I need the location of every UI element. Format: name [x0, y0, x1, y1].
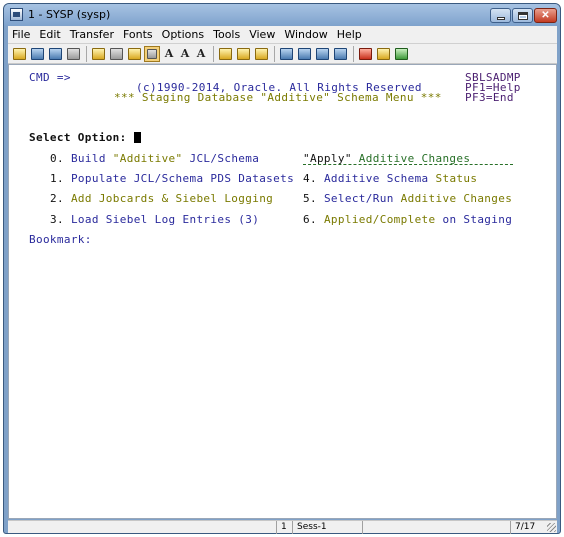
transfer-icon[interactable] [144, 45, 160, 62]
font-icon[interactable]: A [162, 46, 176, 62]
apply-header-underline [303, 164, 513, 165]
menu-file[interactable]: File [12, 28, 30, 41]
properties-icon[interactable] [47, 46, 63, 62]
app-icon[interactable] [10, 8, 23, 21]
save-icon[interactable] [29, 46, 45, 62]
macro-icon[interactable] [217, 46, 233, 62]
menu-view[interactable]: View [249, 28, 275, 41]
menu-window[interactable]: Window [284, 28, 327, 41]
return-icon[interactable] [357, 46, 373, 62]
toolbar-separator [353, 45, 354, 62]
option-0[interactable]: 0. Build "Additive" JCL/Schema [50, 152, 259, 165]
paste-icon[interactable] [126, 46, 142, 62]
window-title: 1 - SYSP (sysp) [28, 8, 111, 21]
menu-options[interactable]: Options [162, 28, 204, 41]
close-button[interactable]: ✕ [534, 8, 557, 23]
playback-icon[interactable] [253, 46, 269, 62]
option-2[interactable]: 2. Add Jobcards & Siebel Logging [50, 192, 273, 205]
toolbar-separator [274, 45, 275, 62]
edit-icon[interactable] [375, 46, 391, 62]
menu-edit[interactable]: Edit [39, 28, 60, 41]
font-decrease-icon[interactable]: A [178, 46, 192, 62]
title-bar[interactable]: 1 - SYSP (sysp) ✕ [4, 4, 560, 26]
session-name: Sess-1 [292, 521, 362, 534]
screen-icon[interactable] [278, 46, 294, 62]
select-option-label: Select Option: [29, 131, 141, 144]
menu-bar: File Edit Transfer Fonts Options Tools V… [8, 26, 557, 44]
option-3[interactable]: 3. Load Siebel Log Entries (3) [50, 213, 259, 226]
open-session-icon[interactable] [11, 46, 27, 62]
option-1[interactable]: 1. Populate JCL/Schema PDS Datasets [50, 172, 294, 185]
pf3-end: PF3=End [465, 91, 514, 104]
copy-icon[interactable] [108, 46, 124, 62]
minimize-icon [497, 17, 505, 20]
option-6[interactable]: 6. Applied/Complete on Staging [303, 213, 512, 226]
option-5[interactable]: 5. Select/Run Additive Changes [303, 192, 512, 205]
menu-fonts[interactable]: Fonts [123, 28, 153, 41]
bookmark-label[interactable]: Bookmark: [29, 233, 92, 246]
terminal-window: 1 - SYSP (sysp) ✕ File Edit Transfer Fon… [3, 3, 561, 534]
toolbar-separator [213, 45, 214, 62]
menu-transfer[interactable]: Transfer [70, 28, 114, 41]
cut-icon[interactable] [90, 46, 106, 62]
terminal-screen[interactable]: CMD => SBLSADMP (c)1990-2014, Oracle. Al… [8, 64, 557, 519]
maximize-icon [518, 12, 528, 20]
record-icon[interactable] [235, 46, 251, 62]
session-number: 1 [276, 521, 292, 534]
menu-tools[interactable]: Tools [213, 28, 240, 41]
cursor-position: 7/17 [510, 521, 542, 534]
status-empty-cell [362, 521, 510, 534]
print-icon[interactable] [65, 46, 81, 62]
help-book-icon[interactable] [393, 46, 409, 62]
minimize-button[interactable] [490, 8, 511, 23]
option-4[interactable]: 4. Additive Schema Status [303, 172, 477, 185]
maximize-button[interactable] [512, 8, 533, 23]
font-increase-icon[interactable]: A [194, 46, 208, 62]
text-cursor[interactable] [133, 132, 141, 143]
close-icon: ✕ [541, 10, 550, 21]
menu-title: *** Staging Database "Additive" Schema M… [114, 91, 442, 104]
screen-4-icon[interactable] [332, 46, 348, 62]
menu-help[interactable]: Help [337, 28, 362, 41]
command-prompt[interactable]: CMD => [29, 71, 71, 84]
toolbar: A A A [8, 44, 557, 64]
toolbar-separator [86, 45, 87, 62]
resize-grip-icon[interactable] [547, 523, 556, 532]
screen-3-icon[interactable] [314, 46, 330, 62]
screen-2-icon[interactable] [296, 46, 312, 62]
status-bar: 1 Sess-1 7/17 [8, 520, 557, 534]
